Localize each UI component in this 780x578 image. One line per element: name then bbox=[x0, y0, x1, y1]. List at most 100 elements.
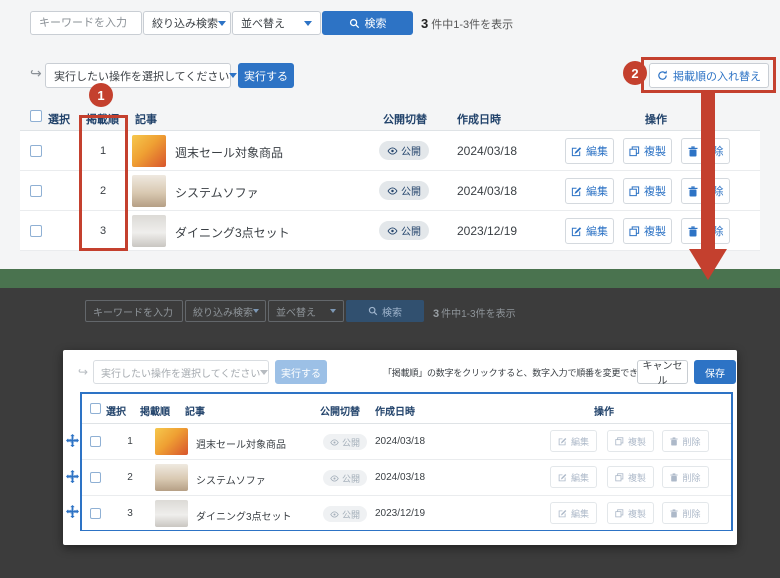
search-button-label: 検索 bbox=[382, 304, 402, 319]
bulk-action-placeholder: 実行したい操作を選択してください bbox=[101, 365, 260, 380]
article-title: 週末セール対象商品 bbox=[196, 436, 286, 451]
cancel-button[interactable]: キャンセル bbox=[637, 360, 688, 384]
edit-button-disabled: 編集 bbox=[550, 430, 597, 452]
drag-handle-icon[interactable] bbox=[66, 470, 79, 483]
trash-icon bbox=[688, 146, 698, 157]
eye-icon bbox=[387, 147, 398, 155]
bulk-action-arrow-icon: ↪ bbox=[30, 66, 42, 80]
edit-button[interactable]: 編集 bbox=[565, 218, 614, 244]
row-checkbox[interactable] bbox=[30, 225, 42, 237]
table-header: 選択 掲載順 記事 公開切替 作成日時 操作 bbox=[82, 394, 731, 424]
search-button[interactable]: 検索 bbox=[322, 11, 413, 35]
execute-button-label: 実行する bbox=[244, 68, 288, 84]
reorder-modal: ↪ 実行したい操作を選択してください 実行する 「掲載順」の数字をクリックすると… bbox=[63, 350, 737, 545]
publish-status-badge-disabled: 公開 bbox=[323, 470, 367, 486]
search-icon bbox=[349, 18, 360, 29]
copy-button[interactable]: 複製 bbox=[623, 138, 672, 164]
filter-search-dropdown-dimmed: 絞り込み検索 bbox=[185, 300, 266, 322]
drag-handle-icon[interactable] bbox=[66, 505, 79, 518]
execute-button-label: 実行する bbox=[281, 365, 321, 380]
created-date: 2023/12/19 bbox=[375, 508, 425, 519]
article-title: ダイニング3点セット bbox=[196, 508, 292, 523]
publish-status-badge[interactable]: 公開 bbox=[379, 181, 429, 200]
row-checkbox[interactable] bbox=[90, 508, 101, 519]
edit-button[interactable]: 編集 bbox=[565, 138, 614, 164]
publish-status-label: 公開 bbox=[401, 143, 421, 158]
order-number-editable[interactable]: 1 bbox=[112, 436, 148, 447]
bulk-action-placeholder: 実行したい操作を選択してください bbox=[54, 68, 229, 84]
execute-button-disabled: 実行する bbox=[275, 360, 327, 384]
header-created: 作成日時 bbox=[375, 403, 415, 418]
annotation-arrow-head bbox=[689, 249, 727, 280]
header-order: 掲載順 bbox=[140, 403, 170, 418]
annotation-arrow bbox=[701, 92, 715, 250]
article-thumbnail bbox=[132, 135, 166, 167]
drag-handle-icon[interactable] bbox=[66, 434, 79, 447]
table-row: 2 システムソファ 公開 2024/03/18 編集 複製 削除 bbox=[20, 171, 760, 211]
table-row: 3 ダイニング3点セット 公開 2023/12/19 編集 複製 削除 bbox=[20, 211, 760, 251]
copy-icon bbox=[615, 509, 624, 518]
delete-button-label: 削除 bbox=[682, 507, 700, 520]
edit-button-label: 編集 bbox=[586, 143, 608, 159]
copy-button[interactable]: 複製 bbox=[623, 178, 672, 204]
table-header: 選択 掲載順 記事 公開切替 作成日時 操作 bbox=[20, 103, 760, 131]
row-checkbox[interactable] bbox=[90, 436, 101, 447]
row-checkbox[interactable] bbox=[90, 472, 101, 483]
table-row-draggable[interactable]: 3 ダイニング3点セット 公開 2023/12/19 編集 複製 削除 bbox=[82, 496, 731, 530]
trash-icon bbox=[670, 437, 678, 446]
created-date: 2023/12/19 bbox=[457, 224, 517, 238]
filter-search-dropdown[interactable]: 絞り込み検索 bbox=[143, 11, 231, 35]
copy-icon bbox=[615, 437, 624, 446]
sort-label: 並べ替え bbox=[241, 15, 285, 31]
publish-status-label: 公開 bbox=[401, 223, 421, 238]
chevron-down-icon bbox=[218, 21, 226, 26]
bulk-action-arrow-icon: ↪ bbox=[78, 366, 88, 378]
copy-button-label: 複製 bbox=[628, 471, 646, 484]
edit-icon bbox=[571, 186, 582, 197]
copy-button-disabled: 複製 bbox=[607, 502, 654, 524]
article-thumbnail bbox=[132, 175, 166, 207]
chevron-down-icon bbox=[304, 21, 312, 26]
execute-button[interactable]: 実行する bbox=[238, 63, 294, 88]
edit-button-label: 編集 bbox=[586, 183, 608, 199]
edit-button[interactable]: 編集 bbox=[565, 178, 614, 204]
select-all-checkbox[interactable] bbox=[90, 403, 101, 414]
publish-status-badge[interactable]: 公開 bbox=[379, 221, 429, 240]
copy-button[interactable]: 複製 bbox=[623, 218, 672, 244]
sort-dropdown-dimmed: 並べ替え bbox=[268, 300, 344, 322]
eye-icon bbox=[387, 227, 398, 235]
article-title: ダイニング3点セット bbox=[175, 224, 290, 241]
publish-status-badge[interactable]: 公開 bbox=[379, 141, 429, 160]
header-publish: 公開切替 bbox=[320, 403, 360, 418]
header-actions: 操作 bbox=[594, 403, 614, 418]
save-button[interactable]: 保存 bbox=[694, 360, 736, 384]
table-row-draggable[interactable]: 1 週末セール対象商品 公開 2024/03/18 編集 複製 削除 bbox=[82, 424, 731, 460]
reorder-hint-text: 「掲載順」の数字をクリックすると、数字入力で順番を変更できます。 bbox=[383, 366, 663, 379]
row-checkbox[interactable] bbox=[30, 185, 42, 197]
edit-button-label: 編集 bbox=[571, 507, 589, 520]
copy-button-label: 複製 bbox=[628, 507, 646, 520]
table-row-draggable[interactable]: 2 システムソファ 公開 2024/03/18 編集 複製 削除 bbox=[82, 460, 731, 496]
copy-button-disabled: 複製 bbox=[607, 430, 654, 452]
result-count: 3件中1-3件を表示 bbox=[421, 16, 513, 32]
header-article: 記事 bbox=[135, 111, 157, 127]
edit-button-label: 編集 bbox=[571, 435, 589, 448]
row-checkbox[interactable] bbox=[30, 145, 42, 157]
result-count-suffix: 件中1-3件を表示 bbox=[431, 19, 513, 31]
delete-button-label: 削除 bbox=[682, 471, 700, 484]
order-number-editable[interactable]: 2 bbox=[112, 472, 148, 483]
delete-button-label: 削除 bbox=[682, 435, 700, 448]
annotation-step-1-badge: 1 bbox=[89, 83, 113, 107]
keyword-search-input[interactable] bbox=[30, 11, 142, 35]
select-all-checkbox[interactable] bbox=[30, 110, 42, 122]
sort-dropdown[interactable]: 並べ替え bbox=[232, 11, 321, 35]
order-number-editable[interactable]: 3 bbox=[112, 508, 148, 519]
article-thumbnail bbox=[132, 215, 166, 247]
search-icon bbox=[368, 306, 378, 316]
chevron-down-icon bbox=[229, 73, 237, 78]
article-title: システムソファ bbox=[196, 472, 266, 487]
result-count-suffix: 件中1-3件を表示 bbox=[441, 309, 515, 320]
edit-button-label: 編集 bbox=[586, 223, 608, 239]
chevron-down-icon bbox=[330, 309, 336, 313]
bulk-action-dropdown[interactable]: 実行したい操作を選択してください bbox=[45, 63, 231, 88]
